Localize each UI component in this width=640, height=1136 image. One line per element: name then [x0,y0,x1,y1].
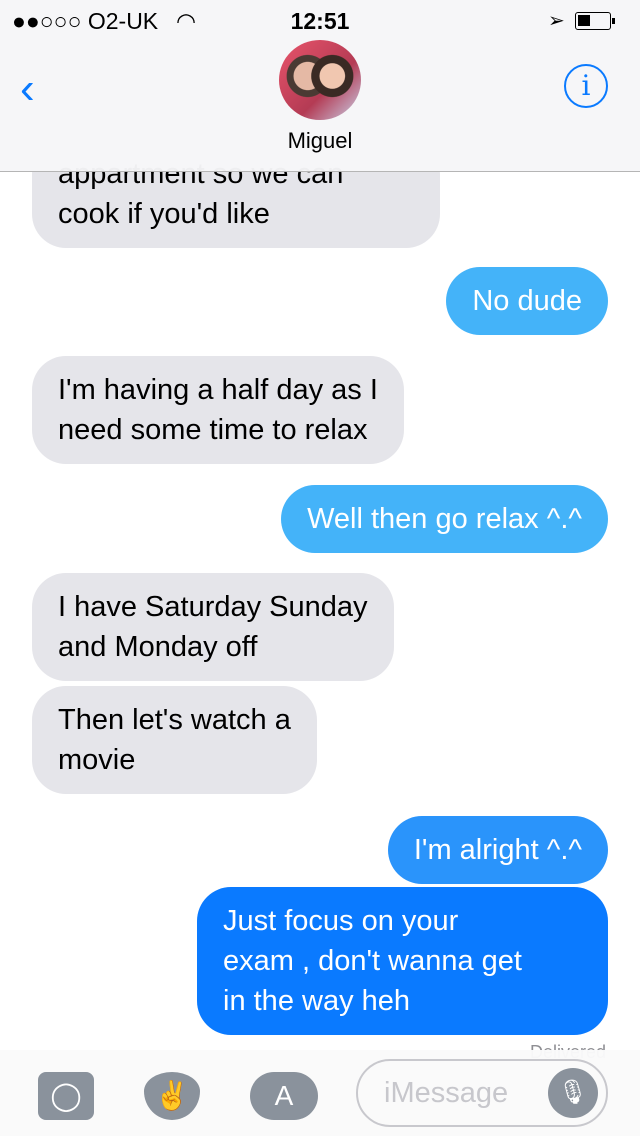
message-line: No dude [472,285,582,317]
microphone-icon[interactable]: 🎙 [548,1068,598,1118]
message-line: I'm having a half day as I [58,374,378,406]
message-sent: No dude [446,267,608,335]
contact-name[interactable]: Miguel [0,128,640,154]
message-sent: Just focus on your exam , don't wanna get… [197,887,608,1035]
message-received: Then let's watch a movie [32,686,317,794]
message-sent: Well then go relax ^.^ [281,485,608,553]
message-line: and Monday off [58,631,258,663]
message-line: need some time to relax [58,414,368,446]
message-input[interactable]: iMessage 🎙 [356,1059,608,1127]
location-arrow-icon: ➢ [548,10,565,32]
camera-icon[interactable]: ◯ [38,1072,94,1120]
message-line: Just focus on your [223,905,459,937]
message-line: I have Saturday Sunday [58,591,368,623]
message-line: in the way heh [223,985,411,1017]
message-received: I'm having a half day as I need some time… [32,356,404,464]
message-line: cook if you'd like [58,198,270,230]
nav-header: ●●○○○ O2-UK ◠ 12:51 ➢ ‹ Miguel i [0,0,640,172]
message-line: I'm alright ^.^ [413,834,582,866]
message-line: movie [58,744,136,776]
app-store-icon[interactable]: A [250,1072,318,1120]
back-button[interactable]: ‹ [20,64,35,114]
clock: 12:51 [290,8,350,34]
message-placeholder: iMessage [384,1077,509,1109]
message-line: exam , don't wanna get [223,945,522,977]
digital-touch-heart-icon[interactable]: ✌ [144,1072,200,1120]
message-line: Then let's watch a [58,704,291,736]
message-line: Well then go relax ^.^ [307,503,582,535]
status-bar: ●●○○○ O2-UK ◠ 12:51 ➢ [0,8,640,38]
contact-avatar[interactable] [279,40,361,120]
compose-bar: ◯ ✌ A iMessage 🎙 [0,1050,640,1136]
info-button[interactable]: i [564,64,608,108]
message-received: I have Saturday Sunday and Monday off [32,573,394,681]
battery-icon [575,12,615,30]
message-sent: I'm alright ^.^ [387,816,608,884]
